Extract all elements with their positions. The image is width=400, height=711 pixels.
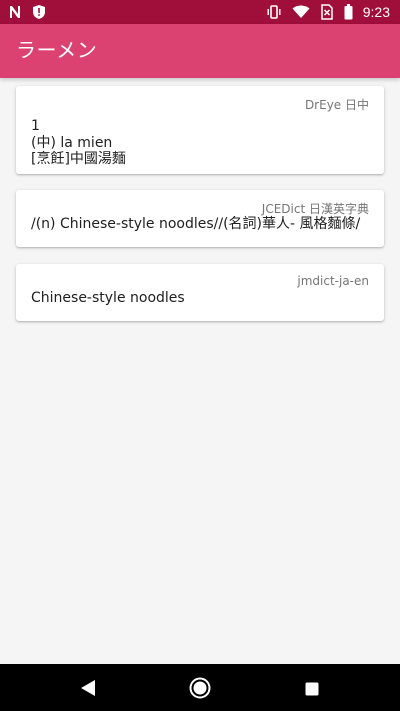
status-time: 9:23 bbox=[362, 4, 390, 20]
dictionary-source-label: JCEDict 日漢英字典 bbox=[261, 202, 369, 216]
back-button[interactable] bbox=[80, 679, 96, 701]
navigation-bar bbox=[0, 664, 400, 711]
status-right-icons: 9:23 bbox=[266, 3, 390, 21]
result-card[interactable]: DrEye 日中 1 (中) la mien [烹飪]中國湯麵 bbox=[16, 86, 384, 174]
n-notification-icon bbox=[8, 5, 22, 19]
home-button[interactable] bbox=[189, 677, 211, 703]
definition-line: [烹飪]中國湯麵 bbox=[31, 151, 126, 167]
back-icon bbox=[80, 679, 96, 697]
battery-icon bbox=[344, 4, 353, 20]
status-left-icons bbox=[8, 3, 46, 21]
dictionary-source-label: DrEye 日中 bbox=[304, 98, 369, 112]
definition-line: 1 bbox=[31, 118, 40, 134]
recents-button[interactable] bbox=[305, 681, 319, 700]
shield-alert-icon bbox=[32, 4, 46, 20]
status-bar: 9:23 bbox=[0, 0, 400, 24]
definition-line: (中) la mien bbox=[31, 134, 113, 151]
home-icon bbox=[189, 677, 211, 699]
vibrate-icon bbox=[266, 5, 282, 19]
app-bar: ラーメン bbox=[0, 24, 400, 78]
definition-text: /(n) Chinese-style noodles//(名詞)華人- 風格麵條… bbox=[31, 216, 372, 233]
page-title: ラーメン bbox=[16, 38, 98, 62]
definition-text: 1 (中) la mien [烹飪]中國湯麵 bbox=[31, 118, 372, 168]
results-list[interactable]: DrEye 日中 1 (中) la mien [烹飪]中國湯麵 JCEDict … bbox=[0, 78, 400, 664]
result-card[interactable]: JCEDict 日漢英字典 /(n) Chinese-style noodles… bbox=[16, 190, 384, 247]
recents-icon bbox=[305, 682, 319, 696]
definition-line: /(n) Chinese-style noodles//(名詞)華人- 風格麵條… bbox=[31, 216, 361, 232]
result-card[interactable]: jmdict-ja-en Chinese-style noodles bbox=[16, 264, 384, 321]
definition-text: Chinese-style noodles bbox=[31, 290, 372, 307]
wifi-icon bbox=[292, 5, 310, 19]
no-sim-icon bbox=[320, 4, 334, 20]
definition-line: Chinese-style noodles bbox=[31, 290, 185, 306]
dictionary-source-label: jmdict-ja-en bbox=[297, 274, 369, 288]
